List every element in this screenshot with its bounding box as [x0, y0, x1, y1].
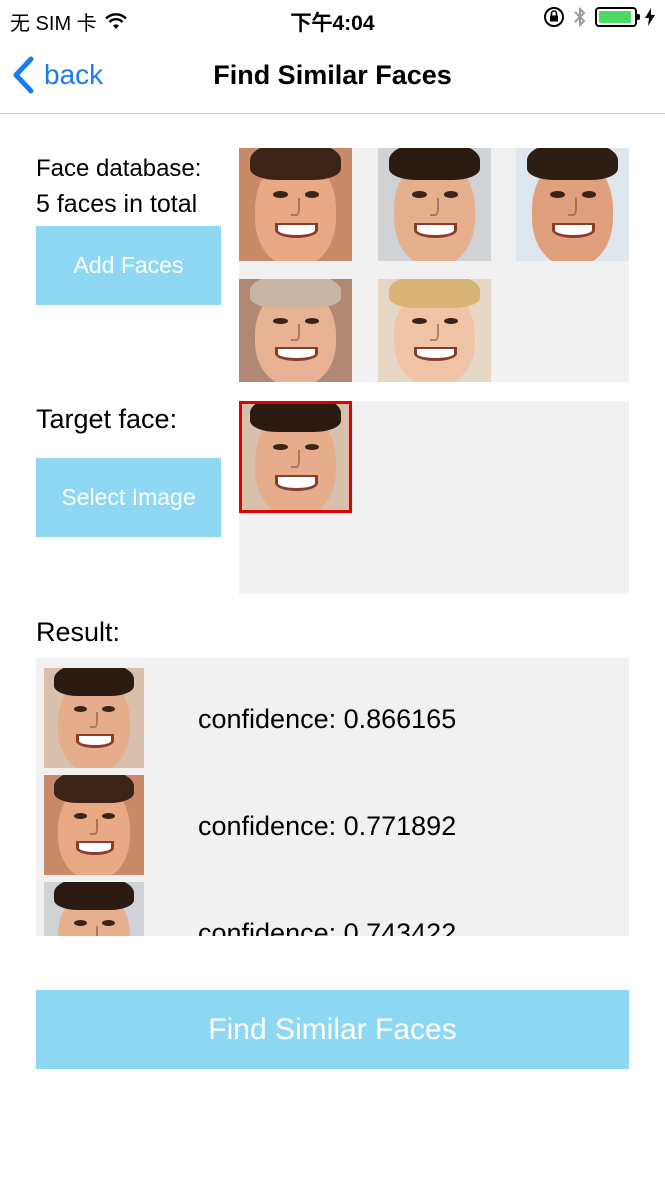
result-row: confidence: 0.743422	[36, 882, 629, 936]
result-list[interactable]: confidence: 0.866165 confidence: 0.77189…	[36, 658, 629, 936]
status-right	[543, 6, 655, 28]
face-photo	[44, 882, 144, 936]
face-photo	[378, 279, 491, 382]
add-faces-button[interactable]: Add Faces	[36, 226, 221, 305]
database-face-3[interactable]	[516, 148, 629, 261]
status-bar: 无 SIM 卡 下午4:04	[0, 0, 665, 40]
result-row: confidence: 0.771892	[36, 775, 629, 875]
result-confidence-2: confidence: 0.771892	[198, 811, 457, 841]
face-photo	[516, 148, 629, 261]
database-face-2[interactable]	[378, 148, 491, 261]
database-face-4[interactable]	[239, 279, 352, 382]
orientation-lock-icon	[544, 7, 564, 27]
battery-fill	[599, 11, 632, 23]
face-count-label: 5 faces in total	[36, 190, 198, 218]
navigation-bar: back Find Similar Faces	[0, 40, 665, 114]
database-face-1[interactable]	[239, 148, 352, 261]
result-face-1	[44, 668, 144, 768]
result-confidence-3: confidence: 0.743422	[198, 918, 457, 936]
battery-icon	[595, 7, 640, 27]
target-face-label: Target face:	[36, 404, 178, 434]
face-photo	[378, 148, 491, 261]
result-confidence-1: confidence: 0.866165	[198, 704, 457, 734]
result-face-2	[44, 775, 144, 875]
charging-icon	[645, 8, 655, 26]
target-face-highlight	[239, 401, 352, 513]
find-similar-faces-button[interactable]: Find Similar Faces	[36, 990, 629, 1069]
result-face-3	[44, 882, 144, 936]
face-photo	[239, 279, 352, 382]
face-photo	[44, 775, 144, 875]
face-photo	[44, 668, 144, 768]
face-database-label: Face database:	[36, 155, 202, 182]
select-image-button[interactable]: Select Image	[36, 458, 221, 537]
bluetooth-icon	[574, 6, 586, 28]
face-photo	[239, 148, 352, 261]
database-face-5[interactable]	[378, 279, 491, 382]
result-label: Result:	[36, 617, 121, 647]
page-title: Find Similar Faces	[213, 60, 452, 90]
result-row: confidence: 0.866165	[36, 668, 629, 768]
